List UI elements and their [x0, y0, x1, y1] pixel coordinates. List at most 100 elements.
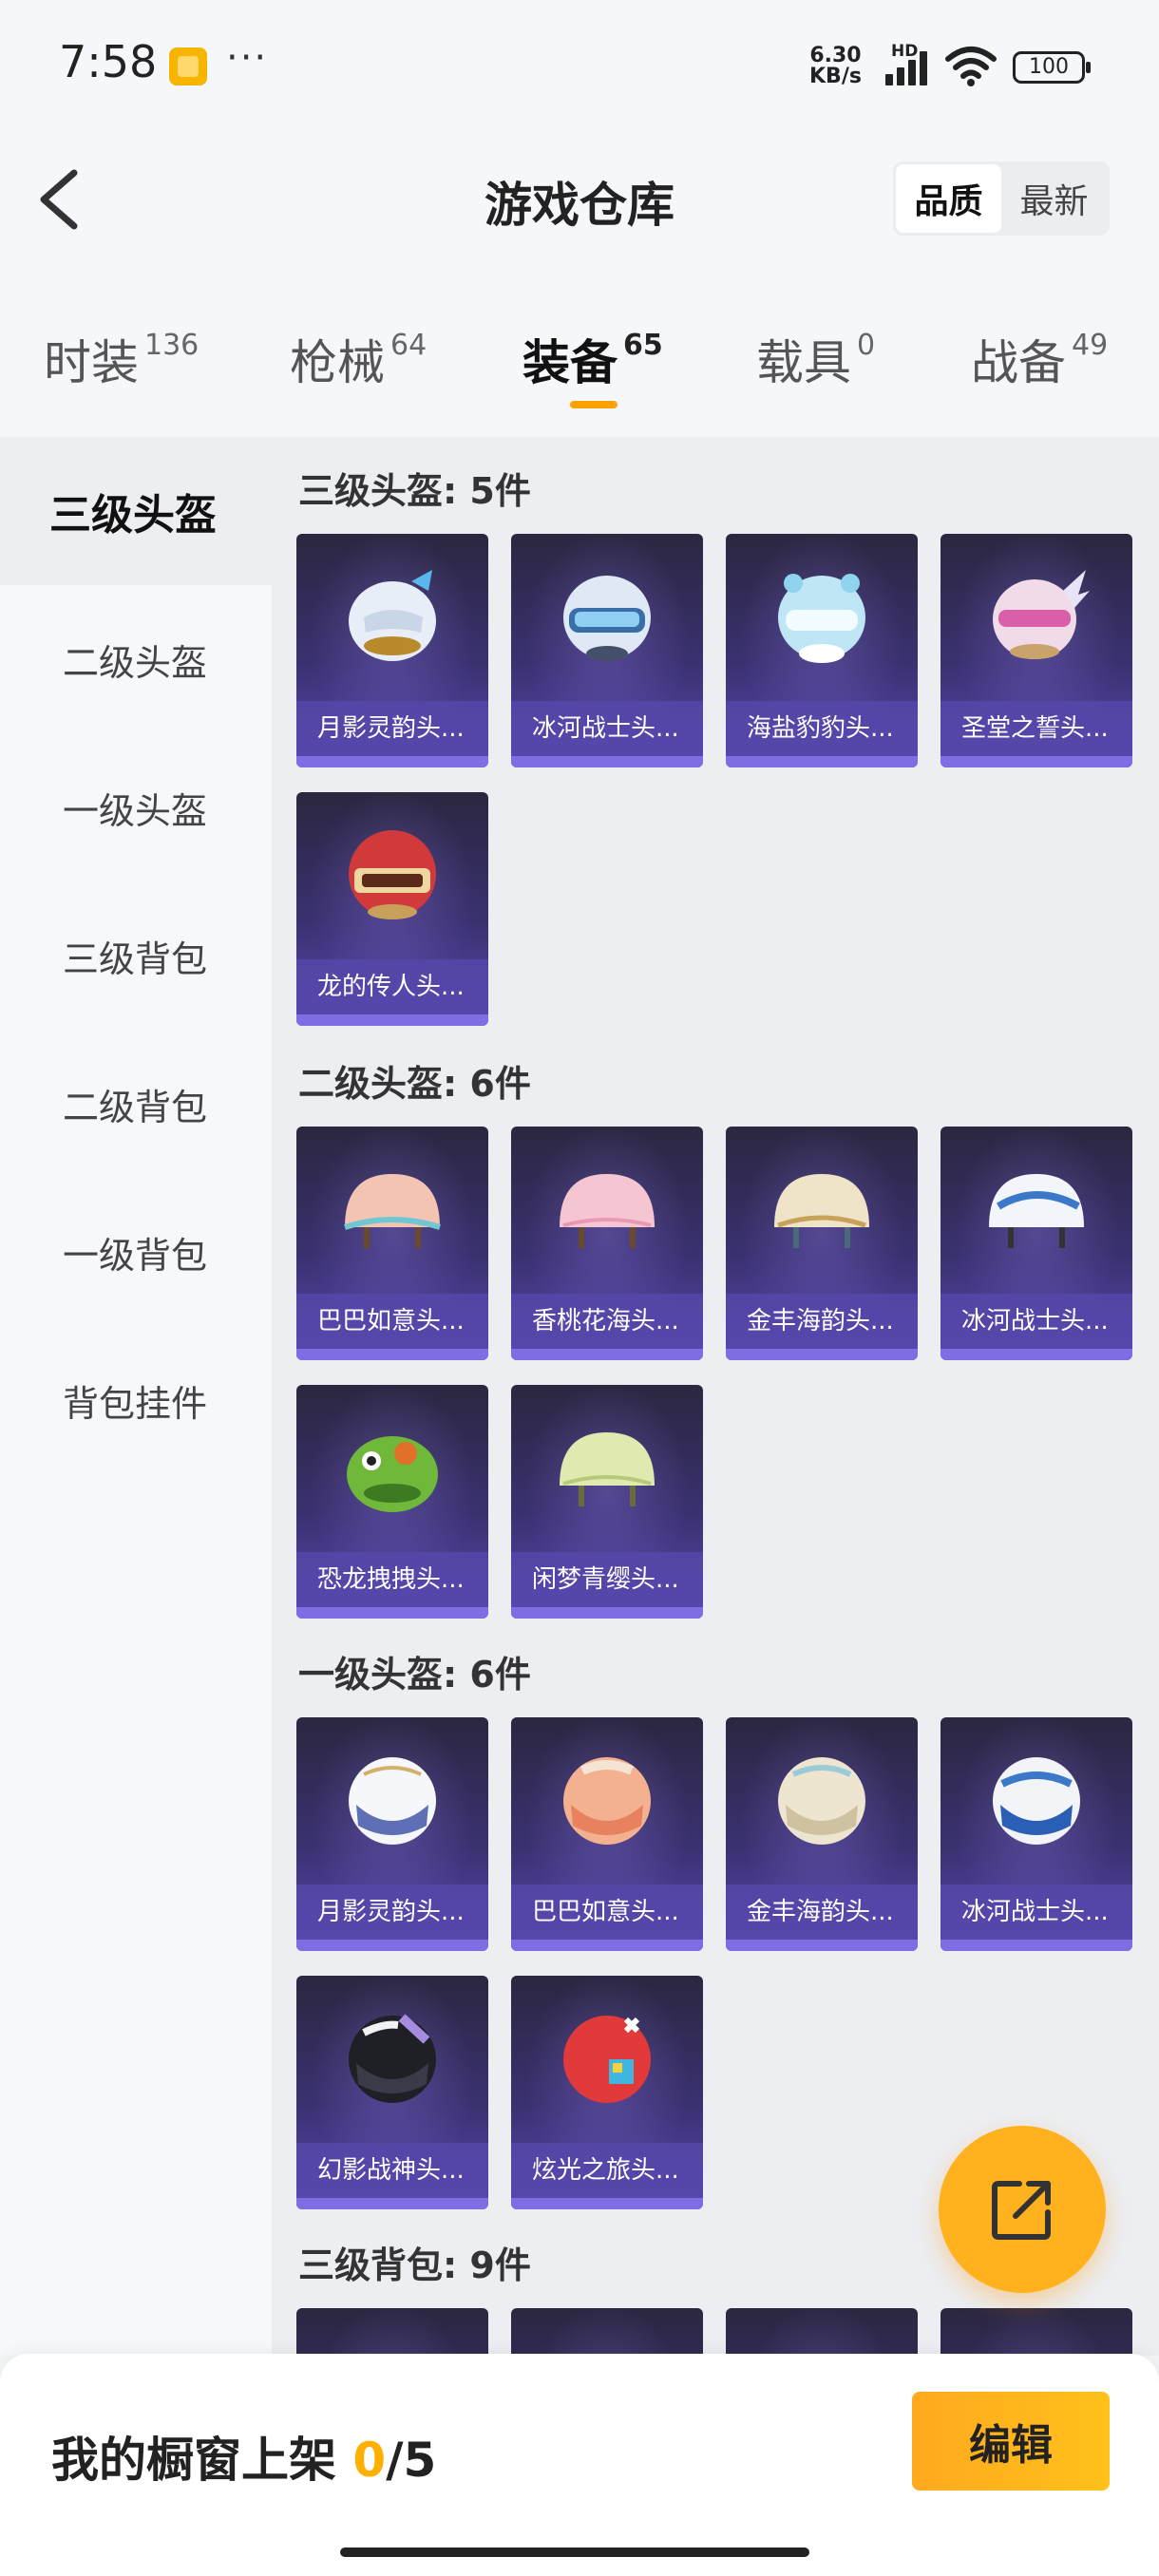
tab-label: 载具	[756, 335, 851, 390]
status-time: 7:58	[59, 36, 158, 87]
item-card[interactable]: 香桃花海头...	[511, 1127, 703, 1360]
item-name: 圣堂之誓头...	[940, 701, 1132, 756]
tab-count: 136	[144, 329, 200, 362]
item-name: 巴巴如意头...	[511, 1885, 703, 1940]
item-card[interactable]: 月影灵韵头...	[296, 534, 488, 767]
item-card[interactable]: 巴巴如意头...	[296, 1127, 488, 1360]
helmet-icon	[349, 1757, 436, 1845]
showcase-label: 我的橱窗上架 0/5	[51, 2422, 436, 2491]
sidebar-item-lvl3-helmet[interactable]: 三级头盔	[0, 437, 272, 585]
item-name: 香桃花海头...	[511, 1294, 703, 1349]
item-card[interactable]: 幻影战神头...	[296, 1976, 488, 2209]
tab-supplies[interactable]: 战备 49	[971, 325, 1108, 393]
tab-equipment[interactable]: 装备 65	[522, 325, 663, 393]
showcase-bar: 我的橱窗上架 0/5 编辑	[0, 2354, 1159, 2576]
item-card[interactable]	[511, 2308, 703, 2356]
item-card[interactable]: 炫光之旅头...	[511, 1976, 703, 2209]
notification-app-icon	[169, 47, 207, 85]
status-bar: 7:58 ··· 6.30 KB/s HD 100	[0, 0, 1159, 133]
sidebar-item-lvl3-backpack[interactable]: 三级背包	[0, 881, 272, 1030]
sort-by-quality[interactable]: 品质	[896, 164, 1001, 233]
item-card[interactable]: 冰河战士头...	[511, 534, 703, 767]
sidebar-item-backpack-charm[interactable]: 背包挂件	[0, 1326, 272, 1474]
item-card[interactable]: 龙的传人头...	[296, 792, 488, 1026]
section-title: 一级头盔: 6件	[298, 1654, 531, 1695]
hd-label: HD	[891, 42, 919, 61]
item-name: 海盐豹豹头...	[726, 701, 918, 756]
item-name: 冰河战士头...	[511, 701, 703, 756]
battery-icon: 100	[1013, 51, 1091, 84]
section-title: 二级头盔: 6件	[298, 1063, 531, 1105]
tab-vehicles[interactable]: 载具 0	[756, 325, 875, 393]
helmet-icon	[563, 1757, 651, 1845]
helmet-icon	[349, 570, 436, 661]
item-card[interactable]: 闲梦青缨头...	[511, 1385, 703, 1619]
showcase-text: 我的橱窗上架	[51, 2433, 353, 2488]
item-name: 金丰海韵头...	[726, 1294, 918, 1349]
more-notifications-icon: ···	[226, 36, 269, 80]
tab-label: 时装	[44, 335, 139, 390]
wifi-icon	[945, 47, 997, 86]
item-name: 冰河战士头...	[940, 1885, 1132, 1940]
tab-count: 49	[1072, 329, 1109, 362]
helmet-icon	[560, 1432, 655, 1506]
edit-button[interactable]: 编辑	[912, 2392, 1110, 2491]
sidebar-item-lvl2-helmet[interactable]: 二级头盔	[0, 585, 272, 733]
item-name: 月影灵韵头...	[296, 701, 488, 756]
item-card[interactable]: 金丰海韵头...	[726, 1717, 918, 1951]
sidebar-item-lvl2-backpack[interactable]: 二级背包	[0, 1030, 272, 1178]
helmet-icon	[774, 1174, 869, 1248]
showcase-count-total: /5	[386, 2433, 437, 2488]
item-card[interactable]	[726, 2308, 918, 2356]
helmet-icon	[347, 1436, 438, 1512]
tab-fashion[interactable]: 时装 136	[44, 325, 199, 393]
item-name: 幻影战神头...	[296, 2143, 488, 2198]
helmet-icon	[989, 1174, 1084, 1248]
header: 游戏仓库 品质 最新	[0, 133, 1159, 266]
tab-count: 64	[390, 329, 428, 362]
helmet-icon	[993, 570, 1090, 659]
item-card[interactable]	[296, 2308, 488, 2356]
item-card[interactable]: 月影灵韵头...	[296, 1717, 488, 1951]
item-grid: 三级头盔: 5件 月影灵韵头... 冰河战士头... 海盐豹豹头... 圣堂之誓…	[272, 437, 1159, 2356]
item-name: 龙的传人头...	[296, 959, 488, 1014]
item-card[interactable]: 恐龙拽拽头...	[296, 1385, 488, 1619]
tab-count: 65	[623, 329, 663, 362]
tab-label: 战备	[971, 335, 1066, 390]
item-card[interactable]: 海盐豹豹头...	[726, 534, 918, 767]
section-title: 三级背包: 9件	[298, 2245, 531, 2286]
home-indicator[interactable]	[340, 2548, 809, 2557]
item-name: 巴巴如意头...	[296, 1294, 488, 1349]
helmet-icon	[563, 2016, 651, 2103]
tab-guns[interactable]: 枪械 64	[290, 325, 427, 393]
tab-count: 0	[857, 329, 876, 362]
tab-label: 枪械	[290, 335, 385, 390]
tab-label: 装备	[522, 335, 618, 390]
helmet-icon	[778, 574, 865, 663]
item-name: 炫光之旅头...	[511, 2143, 703, 2198]
item-name: 金丰海韵头...	[726, 1885, 918, 1940]
share-button[interactable]	[939, 2126, 1106, 2293]
helmet-icon	[993, 1757, 1080, 1845]
sort-toggle: 品质 最新	[893, 161, 1110, 236]
item-card[interactable]: 圣堂之誓头...	[940, 534, 1132, 767]
item-name: 月影灵韵头...	[296, 1885, 488, 1940]
helmet-icon	[349, 2014, 436, 2103]
item-name: 闲梦青缨头...	[511, 1552, 703, 1607]
item-card[interactable]: 冰河战士头...	[940, 1127, 1132, 1360]
item-card[interactable]: 金丰海韵头...	[726, 1127, 918, 1360]
category-tabs: 时装 136 枪械 64 装备 65 载具 0 战备 49	[0, 266, 1159, 437]
sidebar-item-lvl1-backpack[interactable]: 一级背包	[0, 1178, 272, 1326]
net-speed-value: 6.30	[809, 44, 862, 67]
helmet-icon	[560, 1174, 655, 1248]
helmet-icon	[778, 1757, 865, 1845]
net-speed: 6.30 KB/s	[809, 46, 862, 87]
item-card[interactable]: 冰河战士头...	[940, 1717, 1132, 1951]
sidebar-item-lvl1-helmet[interactable]: 一级头盔	[0, 733, 272, 881]
showcase-count-current: 0	[352, 2433, 387, 2488]
item-card[interactable]	[940, 2308, 1132, 2356]
item-name: 恐龙拽拽头...	[296, 1552, 488, 1607]
item-card[interactable]: 巴巴如意头...	[511, 1717, 703, 1951]
sort-by-newest[interactable]: 最新	[1001, 164, 1107, 233]
helmet-icon	[344, 1174, 441, 1248]
